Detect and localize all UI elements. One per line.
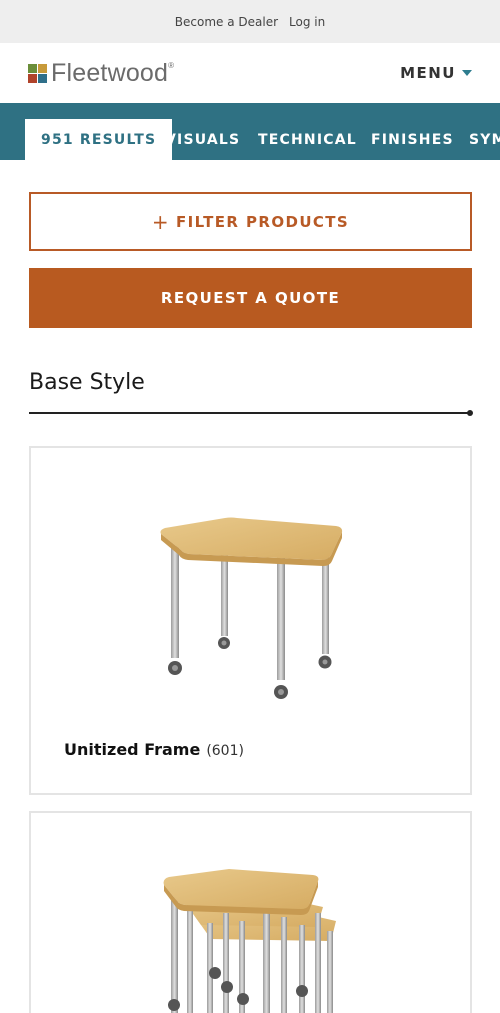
tab-results[interactable]: 951 RESULTS xyxy=(25,119,173,160)
site-header: Fleetwood® MENU xyxy=(0,43,500,103)
product-count: (601) xyxy=(206,743,244,759)
caret-down-icon xyxy=(462,70,472,76)
tab-finishes[interactable]: FINISHES xyxy=(371,119,454,160)
request-quote-label: REQUEST A QUOTE xyxy=(160,289,341,307)
utility-bar: Become a Dealer Log in xyxy=(0,0,500,43)
nesting-tables-on-casters-icon xyxy=(163,869,336,1013)
product-card[interactable] xyxy=(29,811,472,1013)
tab-technical[interactable]: TECHNICAL xyxy=(258,119,357,160)
section-divider xyxy=(29,412,470,414)
product-name: Unitized Frame (601) xyxy=(64,740,244,759)
become-dealer-link[interactable]: Become a Dealer xyxy=(175,15,278,29)
tab-symbols[interactable]: SYM xyxy=(469,119,500,160)
plus-icon: + xyxy=(151,209,171,234)
login-link[interactable]: Log in xyxy=(289,15,325,29)
product-card[interactable]: Unitized Frame (601) xyxy=(29,446,472,795)
request-quote-button[interactable]: REQUEST A QUOTE xyxy=(29,268,472,328)
filter-products-label: FILTER PRODUCTS xyxy=(176,212,350,231)
tab-visuals[interactable]: VISUALS xyxy=(165,119,240,160)
section-title: Base Style xyxy=(29,370,145,395)
logo-wordmark: Fleetwood® xyxy=(51,58,175,87)
logo-mark-icon xyxy=(28,63,47,83)
menu-button[interactable]: MENU xyxy=(400,64,472,82)
menu-label: MENU xyxy=(400,64,456,82)
rectangular-table-on-casters-icon xyxy=(160,517,343,699)
filter-products-button[interactable]: + FILTER PRODUCTS xyxy=(29,192,472,251)
fleetwood-logo[interactable]: Fleetwood® xyxy=(28,59,174,88)
results-tab-bar: 951 RESULTS VISUALS TECHNICAL FINISHES S… xyxy=(0,103,500,160)
divider-dot xyxy=(467,410,473,416)
